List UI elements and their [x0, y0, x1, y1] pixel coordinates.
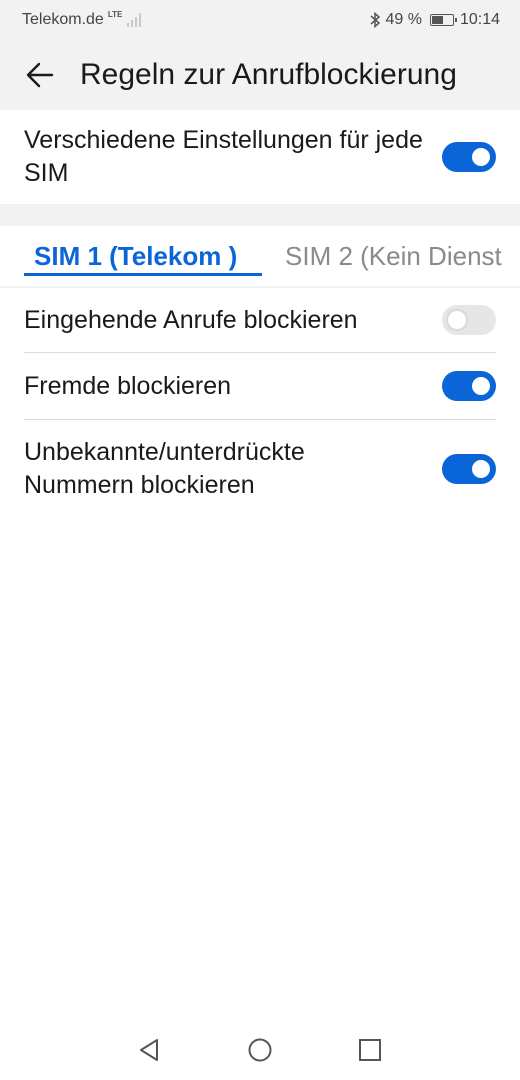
carrier-name: Telekom.de [22, 11, 104, 28]
status-bar: Telekom.de LTE 49 % 10:14 [0, 0, 520, 40]
different-per-sim-toggle[interactable] [442, 142, 496, 172]
battery-icon [429, 14, 457, 26]
status-right: 49 % 10:14 [369, 11, 500, 29]
battery-percent: 49 % [385, 11, 422, 28]
tab-sim-1[interactable]: SIM 1 (Telekom ) [34, 226, 237, 286]
section-separator [0, 204, 520, 226]
app-bar: Regeln zur Anrufblockierung [0, 40, 520, 110]
sim-tab-strip: SIM 1 (Telekom ) SIM 2 (Kein Dienst [0, 226, 520, 286]
tab-sim-2[interactable]: SIM 2 (Kein Dienst [285, 226, 502, 286]
signal-icon [127, 13, 142, 27]
different-per-sim-row[interactable]: Verschiedene Einstellungen für jede SIM [0, 110, 520, 204]
clock: 10:14 [459, 11, 500, 28]
navigation-bar [0, 1020, 520, 1080]
network-type: LTE [107, 9, 123, 19]
block-incoming-row[interactable]: Eingehende Anrufe blockieren [0, 288, 520, 352]
block-strangers-label: Fremde blockieren [24, 371, 232, 400]
block-incoming-toggle[interactable] [442, 305, 496, 335]
battery-fill [431, 16, 443, 24]
block-strangers-row[interactable]: Fremde blockieren [0, 353, 520, 419]
block-strangers-toggle[interactable] [442, 371, 496, 401]
arrow-left-icon [26, 62, 54, 88]
active-tab-indicator [24, 273, 262, 276]
block-unknown-toggle[interactable] [442, 454, 496, 484]
status-left: Telekom.de LTE [22, 9, 142, 29]
page-title: Regeln zur Anrufblockierung [80, 58, 457, 91]
square-recents-icon[interactable] [356, 1036, 384, 1064]
block-unknown-row[interactable]: Unbekannte/unterdrückte Nummern blockier… [0, 420, 520, 518]
bluetooth-icon [370, 12, 381, 28]
block-incoming-label: Eingehende Anrufe blockieren [24, 305, 358, 334]
block-unknown-label: Unbekannte/unterdrückte Nummern blockier… [24, 438, 305, 499]
circle-home-icon[interactable] [246, 1036, 274, 1064]
different-per-sim-label: Verschiedene Einstellungen für jede SIM [24, 126, 423, 187]
triangle-back-icon[interactable] [136, 1036, 164, 1064]
back-button[interactable] [0, 40, 80, 110]
